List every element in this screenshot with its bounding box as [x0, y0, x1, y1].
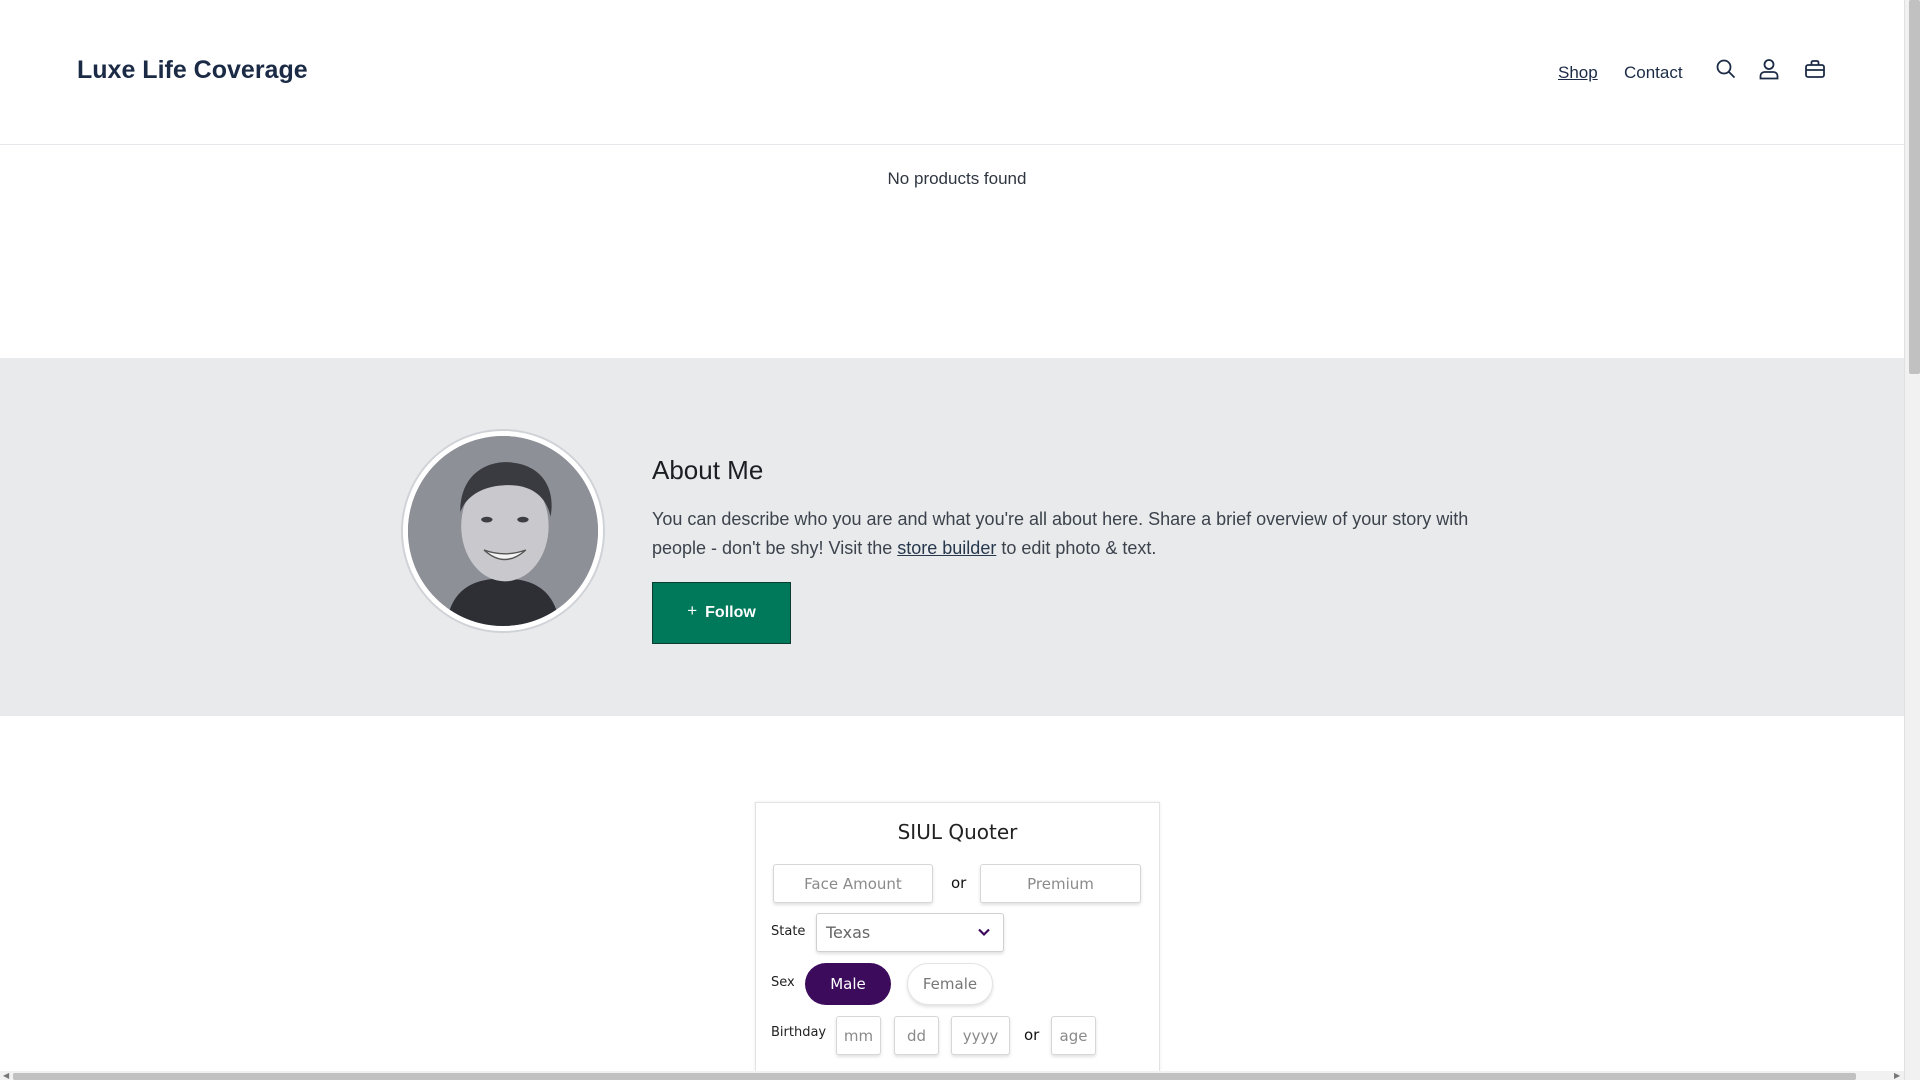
site-header: Luxe Life Coverage Shop Contact [0, 0, 1904, 145]
about-text-part2: to edit photo & text. [996, 537, 1157, 558]
premium-input[interactable]: Premium [980, 864, 1141, 903]
scroll-right-arrow-icon[interactable]: ▶ [1894, 1071, 1900, 1080]
chevron-down-icon [978, 928, 990, 937]
vertical-scroll-thumb[interactable] [1909, 0, 1920, 374]
follow-label: Follow [705, 604, 756, 621]
sex-male-button[interactable]: Male [805, 963, 891, 1005]
state-value: Texas [826, 923, 871, 942]
about-description: You can describe who you are and what yo… [652, 505, 1522, 562]
state-label: State [771, 924, 806, 939]
birth-month-input[interactable]: mm [836, 1016, 881, 1055]
about-title: About Me [652, 455, 764, 485]
sex-label: Sex [771, 975, 795, 990]
birthday-label: Birthday [771, 1025, 827, 1040]
follow-button[interactable]: + Follow [652, 582, 791, 644]
state-select[interactable]: Texas [816, 913, 1004, 952]
profile-photo [403, 431, 603, 631]
quoter-title: SIUL Quoter [897, 820, 1018, 844]
age-input[interactable]: age [1051, 1016, 1096, 1055]
birth-day-input[interactable]: dd [894, 1016, 939, 1055]
search-icon[interactable] [1714, 57, 1738, 81]
birth-year-input[interactable]: yyyy [951, 1016, 1010, 1055]
horizontal-scroll-thumb[interactable] [13, 1073, 1856, 1080]
account-icon[interactable] [1757, 57, 1781, 81]
or-separator: or [951, 874, 967, 892]
or-separator-birthday: or [1024, 1026, 1040, 1044]
siul-quoter-widget: SIUL Quoter Face Amount or Premium State… [755, 802, 1160, 1080]
plus-icon: + [687, 601, 698, 620]
store-builder-link[interactable]: store builder [897, 538, 996, 558]
nav-shop-link[interactable]: Shop [1558, 63, 1598, 83]
store-logo[interactable]: Luxe Life Coverage [77, 56, 308, 85]
no-products-message: No products found [887, 169, 1027, 188]
nav-contact-link[interactable]: Contact [1624, 63, 1683, 83]
face-amount-input[interactable]: Face Amount [773, 864, 933, 903]
cart-icon[interactable] [1803, 57, 1827, 81]
sex-female-button[interactable]: Female [907, 963, 993, 1005]
scroll-left-arrow-icon[interactable]: ◀ [3, 1071, 9, 1080]
